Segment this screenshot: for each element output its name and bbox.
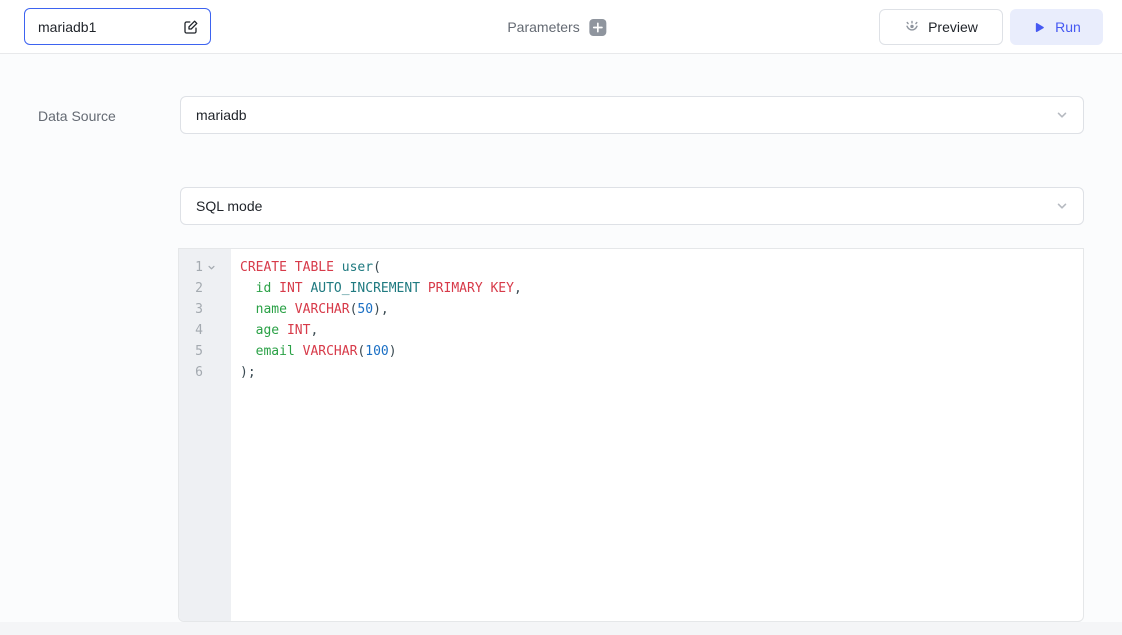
- toolbar: mariadb1 Parameters: [0, 0, 1122, 54]
- data-source-label: Data Source: [38, 108, 116, 124]
- code-line[interactable]: name VARCHAR(50),: [240, 299, 1083, 320]
- query-mode-select[interactable]: SQL mode: [180, 187, 1084, 225]
- preview-label: Preview: [928, 19, 978, 35]
- chevron-down-icon: [1055, 108, 1069, 122]
- code-line[interactable]: );: [240, 362, 1083, 383]
- code-line[interactable]: age INT,: [240, 320, 1083, 341]
- editor-gutter: 123456: [179, 249, 231, 621]
- fold-chevron-icon[interactable]: [203, 263, 219, 272]
- line-number: 2: [179, 278, 231, 299]
- line-number: 6: [179, 362, 231, 383]
- chevron-down-icon: [1055, 199, 1069, 213]
- data-source-select[interactable]: mariadb: [180, 96, 1084, 134]
- parameters-group: Parameters: [507, 0, 606, 54]
- run-label: Run: [1055, 19, 1081, 35]
- code-line[interactable]: id INT AUTO_INCREMENT PRIMARY KEY,: [240, 278, 1083, 299]
- page-background-strip: [0, 622, 1122, 635]
- code-line[interactable]: CREATE TABLE user(: [240, 257, 1083, 278]
- plus-icon: [593, 22, 604, 33]
- line-number: 4: [179, 320, 231, 341]
- add-parameter-button[interactable]: [590, 19, 607, 36]
- line-number: 3: [179, 299, 231, 320]
- editor-code[interactable]: CREATE TABLE user( id INT AUTO_INCREMENT…: [231, 249, 1083, 621]
- dataset-name-value: mariadb1: [38, 19, 183, 35]
- line-number: 5: [179, 341, 231, 362]
- toolbar-actions: Preview Run: [879, 9, 1103, 45]
- parameters-label: Parameters: [507, 19, 579, 35]
- eye-icon: [904, 19, 920, 35]
- query-mode-value: SQL mode: [196, 198, 1055, 214]
- data-source-value: mariadb: [196, 107, 1055, 123]
- sql-dataset-editor-screen: mariadb1 Parameters: [0, 0, 1122, 635]
- run-button[interactable]: Run: [1010, 9, 1103, 45]
- sql-editor[interactable]: 123456 CREATE TABLE user( id INT AUTO_IN…: [178, 248, 1084, 622]
- play-icon: [1032, 20, 1047, 35]
- edit-icon[interactable]: [183, 19, 199, 35]
- preview-button[interactable]: Preview: [879, 9, 1003, 45]
- dataset-name-input[interactable]: mariadb1: [24, 8, 211, 45]
- line-number: 1: [179, 257, 231, 278]
- code-line[interactable]: email VARCHAR(100): [240, 341, 1083, 362]
